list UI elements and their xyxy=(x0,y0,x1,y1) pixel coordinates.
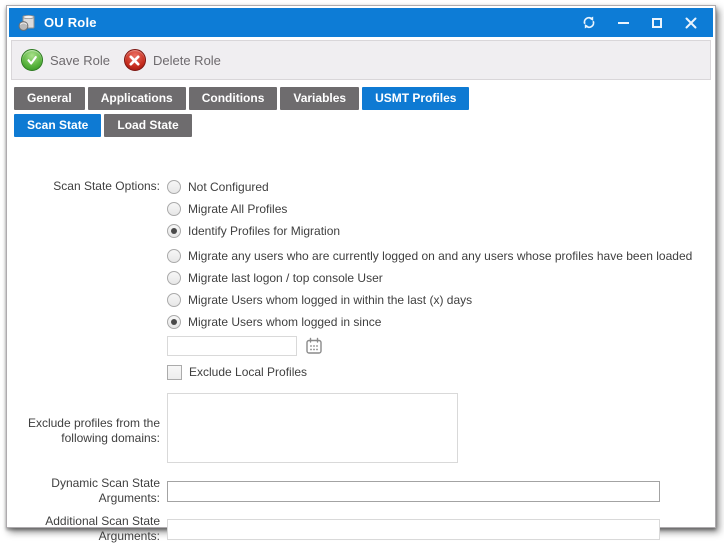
dynamic-scan-state-arguments-label: Dynamic Scan State Arguments: xyxy=(9,476,167,506)
additional-scan-state-arguments-input[interactable] xyxy=(167,519,660,540)
radio-circle xyxy=(167,249,181,263)
scan-state-radio-group-1: Not Configured Migrate All Profiles Iden… xyxy=(167,179,713,380)
main-tab-strip: General Applications Conditions Variable… xyxy=(14,87,709,110)
logged-in-since-date-row xyxy=(167,336,713,356)
subtab-load-state[interactable]: Load State xyxy=(104,114,191,137)
usmt-subtab-strip: Scan State Load State xyxy=(14,114,709,137)
scan-state-form: Scan State Options: Not Configured Migra… xyxy=(9,179,713,544)
radio-migrate-last-x-days[interactable]: Migrate Users whom logged in within the … xyxy=(167,292,713,307)
tab-usmt-profiles[interactable]: USMT Profiles xyxy=(362,87,469,110)
radio-circle xyxy=(167,180,181,194)
radio-circle xyxy=(167,271,181,285)
tab-conditions[interactable]: Conditions xyxy=(189,87,278,110)
dynamic-scan-state-arguments-input[interactable] xyxy=(167,481,660,502)
maximize-icon[interactable] xyxy=(650,16,664,30)
ou-role-dialog: OU Role xyxy=(6,5,716,528)
tab-applications[interactable]: Applications xyxy=(88,87,186,110)
refresh-icon[interactable] xyxy=(582,16,596,30)
exclude-domains-textarea[interactable] xyxy=(167,393,458,463)
window-title: OU Role xyxy=(44,15,97,30)
minimize-icon[interactable] xyxy=(616,16,630,30)
exclude-local-profiles-label: Exclude Local Profiles xyxy=(189,365,307,379)
radio-circle xyxy=(167,202,181,216)
radio-circle-selected xyxy=(167,315,181,329)
radio-migrate-all-profiles[interactable]: Migrate All Profiles xyxy=(167,201,713,216)
radio-not-configured[interactable]: Not Configured xyxy=(167,179,713,194)
delete-role-button[interactable]: Delete Role xyxy=(124,49,221,71)
close-icon[interactable] xyxy=(684,16,698,30)
logged-in-since-date-input[interactable] xyxy=(167,336,297,356)
red-x-circle-icon xyxy=(124,49,146,71)
save-role-button[interactable]: Save Role xyxy=(21,49,110,71)
exclude-domains-label: Exclude profiles from the following doma… xyxy=(9,416,167,446)
save-role-label: Save Role xyxy=(50,53,110,68)
radio-circle-selected xyxy=(167,224,181,238)
toolbar: Save Role Delete Role xyxy=(11,40,711,80)
radio-identify-profiles-for-migration[interactable]: Identify Profiles for Migration xyxy=(167,223,713,238)
radio-migrate-logged-in-since[interactable]: Migrate Users whom logged in since xyxy=(167,314,713,329)
green-check-circle-icon xyxy=(21,49,43,71)
subtab-scan-state[interactable]: Scan State xyxy=(14,114,101,137)
ou-role-window-icon xyxy=(18,14,36,32)
scan-state-radio-group-2: Migrate any users who are currently logg… xyxy=(167,248,713,329)
window-controls xyxy=(582,16,704,30)
delete-role-label: Delete Role xyxy=(153,53,221,68)
tab-general[interactable]: General xyxy=(14,87,85,110)
exclude-local-profiles-checkbox[interactable] xyxy=(167,365,182,380)
titlebar: OU Role xyxy=(9,8,713,37)
scan-state-options-label: Scan State Options: xyxy=(9,179,167,194)
radio-migrate-currently-logged-on[interactable]: Migrate any users who are currently logg… xyxy=(167,248,713,263)
radio-circle xyxy=(167,293,181,307)
radio-migrate-last-logon[interactable]: Migrate last logon / top console User xyxy=(167,270,713,285)
additional-scan-state-arguments-label: Additional Scan State Arguments: xyxy=(9,514,167,544)
exclude-local-profiles-row[interactable]: Exclude Local Profiles xyxy=(167,364,713,380)
calendar-icon[interactable] xyxy=(304,337,323,356)
tab-variables[interactable]: Variables xyxy=(280,87,359,110)
